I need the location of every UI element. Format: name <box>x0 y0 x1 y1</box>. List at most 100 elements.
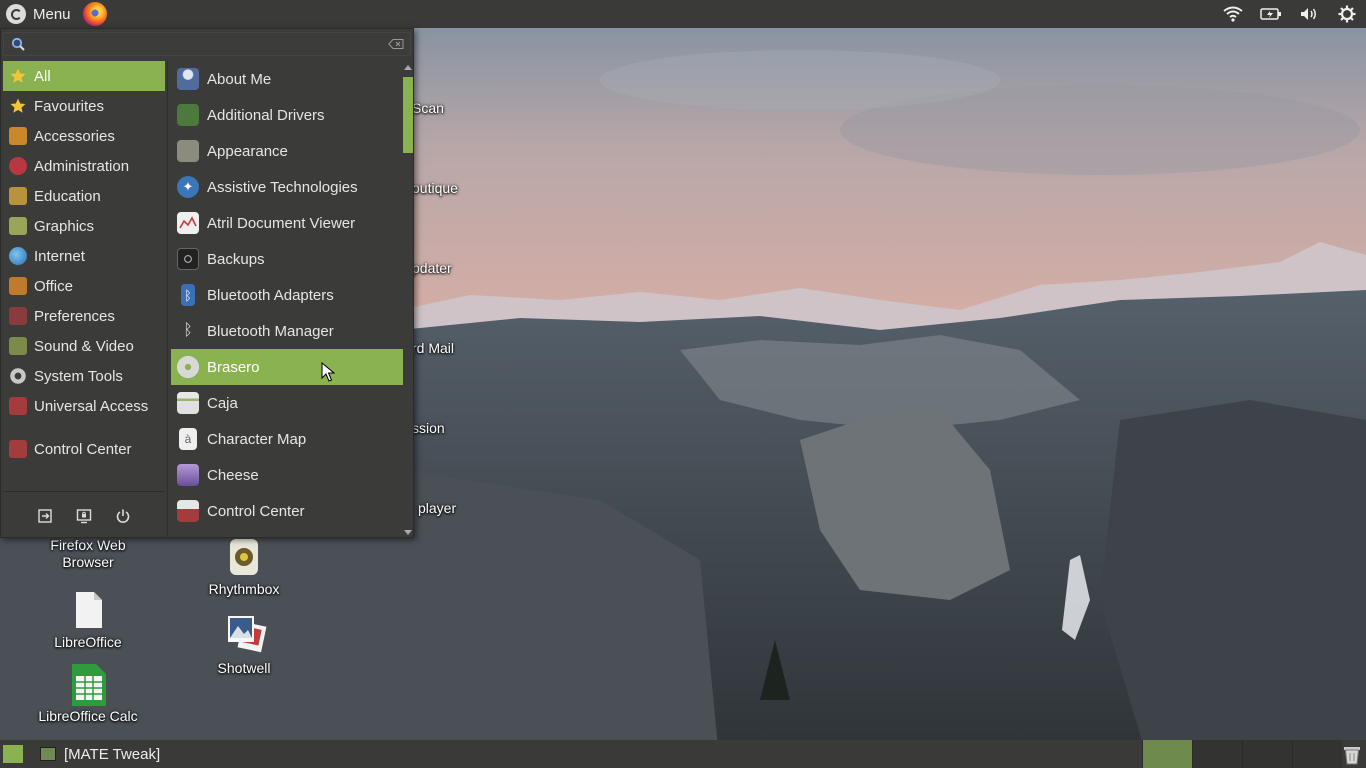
desktop-icon-label-partial[interactable]: Scan <box>412 100 444 116</box>
application-list: About Me Additional Drivers Appearance ✦… <box>171 61 403 537</box>
universal-access-icon <box>9 397 27 415</box>
sound-video-icon <box>9 337 27 355</box>
category-education[interactable]: Education <box>3 181 165 211</box>
scroll-down-arrow-icon[interactable] <box>404 530 412 535</box>
app-item-about-me[interactable]: About Me <box>171 61 403 97</box>
category-administration[interactable]: Administration <box>3 151 165 181</box>
app-item-control-center[interactable]: Control Center <box>171 493 403 529</box>
workspace-3[interactable] <box>1242 740 1292 768</box>
atril-icon <box>177 212 199 234</box>
trash-icon[interactable] <box>1340 742 1364 766</box>
category-accessories[interactable]: Accessories <box>3 121 165 151</box>
clear-search-icon[interactable] <box>386 34 406 54</box>
menu-search-bar <box>3 32 411 56</box>
app-item-label: Control Center <box>207 502 305 520</box>
desktop-icon-libreoffice-calc[interactable]: LibreOffice Calc <box>30 662 146 725</box>
libreoffice-calc-icon <box>68 662 108 706</box>
app-item-label: Cheese <box>207 466 259 484</box>
taskbar-window-label: [MATE Tweak] <box>64 745 161 763</box>
administration-icon <box>9 157 27 175</box>
category-preferences[interactable]: Preferences <box>3 301 165 331</box>
category-separator <box>3 421 165 434</box>
settings-gear-icon[interactable] <box>1328 0 1366 28</box>
app-item-label: Bluetooth Adapters <box>207 286 334 304</box>
category-favourites[interactable]: Favourites <box>3 91 165 121</box>
workspace-1[interactable] <box>1142 740 1192 768</box>
favourites-star-icon <box>9 97 27 115</box>
app-item-assistive-technologies[interactable]: ✦ Assistive Technologies <box>171 169 403 205</box>
category-office[interactable]: Office <box>3 271 165 301</box>
taskbar-window-mate-tweak[interactable]: [MATE Tweak] <box>32 740 168 768</box>
category-all[interactable]: All <box>3 61 165 91</box>
mouse-pointer-icon <box>321 361 336 385</box>
scroll-up-arrow-icon[interactable] <box>404 65 412 70</box>
app-item-label: Brasero <box>207 358 260 376</box>
desktop-icon-label-partial[interactable]: ssion <box>412 420 445 436</box>
battery-icon[interactable] <box>1252 0 1290 28</box>
show-desktop-button[interactable] <box>2 744 24 764</box>
preferences-icon <box>9 307 27 325</box>
category-system-tools[interactable]: System Tools <box>3 361 165 391</box>
category-label: Graphics <box>34 217 95 235</box>
app-item-caja[interactable]: Caja <box>171 385 403 421</box>
power-icon[interactable] <box>113 506 133 526</box>
category-label: Control Center <box>34 440 132 458</box>
logout-icon[interactable] <box>35 506 55 526</box>
app-item-bluetooth-manager[interactable]: ᛒ Bluetooth Manager <box>171 313 403 349</box>
category-graphics[interactable]: Graphics <box>3 211 165 241</box>
volume-icon[interactable] <box>1290 0 1328 28</box>
desktop-icon-libreoffice[interactable]: LibreOffice <box>40 590 136 651</box>
bottom-panel: [MATE Tweak] <box>0 740 1366 768</box>
app-item-cheese[interactable]: Cheese <box>171 457 403 493</box>
desktop-icon-label-partial[interactable]: pdater <box>412 260 452 276</box>
desktop-icon-label-partial[interactable]: player <box>418 500 456 516</box>
category-internet[interactable]: Internet <box>3 241 165 271</box>
app-item-atril[interactable]: Atril Document Viewer <box>171 205 403 241</box>
about-me-icon <box>177 68 199 90</box>
app-item-character-map[interactable]: à Character Map <box>171 421 403 457</box>
category-list: All Favourites Accessories Administratio… <box>3 61 165 491</box>
desktop-icon-label: Shotwell <box>217 660 271 676</box>
category-sound-video[interactable]: Sound & Video <box>3 331 165 361</box>
main-menu-button[interactable]: Menu <box>0 0 79 28</box>
desktop-icon-label-partial[interactable]: rd Mail <box>412 340 454 356</box>
desktop-icon-label: LibreOffice <box>54 634 122 650</box>
category-universal-access[interactable]: Universal Access <box>3 391 165 421</box>
internet-globe-icon <box>9 247 27 265</box>
appearance-icon <box>177 140 199 162</box>
desktop-icon-shotwell[interactable]: Shotwell <box>196 614 292 677</box>
app-item-brasero[interactable]: Brasero <box>171 349 403 385</box>
application-list-scrollbar[interactable] <box>403 61 413 537</box>
category-control-center[interactable]: Control Center <box>3 434 165 464</box>
app-item-label: Caja <box>207 394 238 412</box>
app-item-label: Character Map <box>207 430 307 448</box>
top-panel: Menu <box>0 0 1366 28</box>
app-item-label: Assistive Technologies <box>207 178 358 196</box>
additional-drivers-icon <box>177 104 199 126</box>
firefox-icon[interactable] <box>82 2 107 26</box>
category-label: Favourites <box>34 97 105 115</box>
desktop-icon-rhythmbox[interactable]: Rhythmbox <box>196 537 292 598</box>
desktop-icon-label: Firefox Web Browser <box>50 537 126 570</box>
category-label: Preferences <box>34 307 115 325</box>
app-item-appearance[interactable]: Appearance <box>171 133 403 169</box>
backups-icon <box>177 248 199 270</box>
app-item-bluetooth-adapters[interactable]: ᛒ Bluetooth Adapters <box>171 277 403 313</box>
workspace-2[interactable] <box>1192 740 1242 768</box>
control-center-icon <box>9 440 27 458</box>
app-item-label: Appearance <box>207 142 288 160</box>
mate-tweak-window-icon <box>40 747 56 761</box>
desktop-icon-firefox[interactable]: Firefox Web Browser <box>40 537 136 571</box>
menu-search-input[interactable] <box>28 33 386 55</box>
application-menu: All Favourites Accessories Administratio… <box>0 28 414 538</box>
workspace-4[interactable] <box>1292 740 1342 768</box>
lock-screen-icon[interactable] <box>74 506 94 526</box>
wifi-icon[interactable] <box>1214 0 1252 28</box>
brasero-disc-icon <box>177 356 199 378</box>
shotwell-icon <box>224 614 267 654</box>
office-icon <box>9 277 27 295</box>
app-item-additional-drivers[interactable]: Additional Drivers <box>171 97 403 133</box>
scrollbar-thumb[interactable] <box>403 77 413 153</box>
desktop-icon-label-partial[interactable]: outique <box>412 180 458 196</box>
app-item-backups[interactable]: Backups <box>171 241 403 277</box>
